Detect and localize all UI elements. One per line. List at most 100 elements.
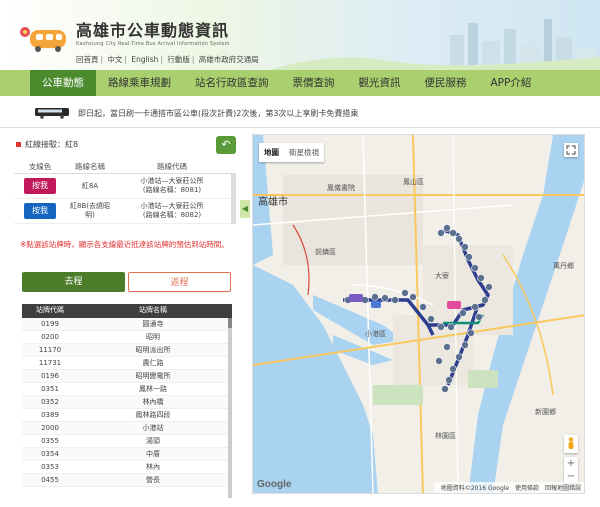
stop-row[interactable]: 11731 農仁路	[22, 357, 232, 370]
nav-app[interactable]: APP介紹	[479, 70, 544, 96]
city-skyline-illustration	[270, 19, 600, 70]
stop-name: 林內	[146, 463, 160, 471]
nav-bus-dynamics[interactable]: 公車動態	[30, 70, 96, 96]
stop-row[interactable]: 0355 湯頭	[22, 435, 232, 448]
branch-table-header: 支線色 路線名稱 路線代碼	[14, 160, 236, 174]
outbound-button[interactable]: 去程	[22, 272, 125, 292]
stop-rows: 0199 圓通寺 0200 昭明 11170 昭明派出所 11731 農仁路 0196 昭明變電所…	[22, 318, 232, 487]
route-color-dot	[16, 142, 21, 147]
stop-code: 0353	[41, 463, 59, 471]
stop-table-header: 站牌代碼 站牌名稱	[22, 304, 232, 318]
map-data-credit: 地圖資料©2016 Google	[440, 485, 510, 492]
stop-code: 11731	[38, 359, 62, 367]
branch-name: 紅8A	[81, 181, 99, 190]
stop-name: 中厝	[146, 450, 160, 458]
nav-stop-search[interactable]: 站名行政區查詢	[183, 70, 281, 96]
col-branch-color: 支線色	[28, 162, 52, 171]
google-logo: Google	[257, 479, 292, 490]
map-label-fengshan: 鳳山區	[403, 178, 424, 186]
stop-row[interactable]: 0354 中厝	[22, 448, 232, 461]
notice-text: 即日起，當日刷一卡通搭市區公車(段次計費)2次後，第3次以上享刷卡免費搭乘	[78, 109, 359, 118]
branch-scrollbar[interactable]	[231, 174, 236, 224]
stop-code: 0352	[41, 398, 59, 406]
stop-row[interactable]: 0353 林內	[22, 461, 232, 474]
back-button[interactable]: ↶	[216, 136, 236, 154]
site-title: 高雄市公車動態資訊	[76, 21, 230, 40]
stop-code: 0199	[41, 320, 59, 328]
map-type-map-button[interactable]: 地圖	[259, 143, 284, 162]
branch-table: 支線色 路線名稱 路線代碼 按我 紅8A 小港站—大寮莊公所 (路線名稱：8081…	[14, 160, 236, 224]
stop-row[interactable]: 2000 小港站	[22, 422, 232, 435]
report-error-link[interactable]: 回報地圖錯誤	[545, 485, 581, 492]
col-route-name: 路線名稱	[75, 162, 105, 171]
nav-route-planning[interactable]: 路線乘車規劃	[96, 70, 183, 96]
map-label-linyuan: 林園區	[435, 432, 456, 440]
site-header: 高雄市公車動態資訊 Kaohsiung City Real-Time Bus A…	[0, 0, 600, 70]
stop-name: 林內橋	[142, 398, 164, 406]
map-label-daliao: 大寮	[435, 272, 449, 280]
stop-name: 小港站	[142, 424, 164, 432]
route-title: 紅線接駁：紅8	[16, 139, 78, 150]
map-label-qianzhen: 前鎮區	[315, 248, 336, 256]
stop-name: 鳳林路四段	[135, 411, 171, 419]
stop-code: 0196	[41, 372, 59, 380]
link-home[interactable]: 回首頁	[76, 55, 99, 64]
bus-icon	[35, 108, 69, 119]
map-footer: 地圖資料©2016 Google 使用條款 回報地圖錯誤	[433, 482, 584, 493]
nav-tourism[interactable]: 觀光資訊	[347, 70, 413, 96]
stop-code: 2000	[41, 424, 59, 432]
stop-code: 0200	[41, 333, 59, 341]
stop-row[interactable]: 0352 林內橋	[22, 396, 232, 409]
terms-link[interactable]: 使用條款	[515, 485, 539, 492]
stop-row[interactable]: 0351 鳳林一路	[22, 383, 232, 396]
top-links: 回首頁 | 中文 | English | 行動版 | 高雄市政府交通局	[76, 55, 259, 64]
zoom-in-button[interactable]: +	[564, 457, 578, 470]
map-label-wandan: 萬丹鄉	[553, 262, 574, 270]
stop-name: 圓通寺	[142, 320, 164, 328]
stop-code: 0355	[41, 437, 59, 445]
link-english[interactable]: English	[131, 55, 158, 64]
site-subtitle: Kaohsiung City Real-Time Bus Arrival Inf…	[76, 41, 230, 47]
route-panel: 紅線接駁：紅8 ↶ 支線色 路線名稱 路線代碼 按我 紅8A 小港站—大寮莊公所…	[14, 136, 236, 498]
link-transport-bureau[interactable]: 高雄市政府交通局	[199, 55, 259, 64]
map-type-satellite-button[interactable]: 衛星檢視	[284, 143, 324, 162]
notice-warning: ※點選該站牌時，顯示各支線最近抵達該站牌的預估到站時間。	[20, 240, 229, 249]
map-label-kaohsiung: 高雄市	[258, 197, 288, 208]
stop-code: 0389	[41, 411, 59, 419]
map-label-xinyuan: 新園鄉	[535, 408, 556, 416]
map-label-fengyi: 鳳儀書院	[327, 184, 355, 192]
stop-scrollbar[interactable]	[228, 318, 232, 498]
collapse-panel-handle[interactable]: ◀	[240, 200, 250, 218]
stop-row[interactable]: 0455 營長	[22, 474, 232, 487]
stop-name: 鳳林一路	[139, 385, 167, 393]
stop-code: 0455	[41, 476, 59, 484]
stop-row[interactable]: 0389 鳳林路四段	[22, 409, 232, 422]
col-stop-code: 站牌代碼	[36, 306, 64, 314]
select-branch-8b-button[interactable]: 按我	[24, 203, 56, 219]
stop-row[interactable]: 11170 昭明派出所	[22, 344, 232, 357]
stop-code: 0351	[41, 385, 59, 393]
stop-row[interactable]: 0199 圓通寺	[22, 318, 232, 331]
bus-mascot-logo	[20, 27, 66, 52]
link-mobile[interactable]: 行動版	[167, 55, 190, 64]
fullscreen-icon[interactable]	[564, 143, 578, 157]
stop-scrollbar-thumb[interactable]	[228, 318, 232, 328]
stop-name: 農仁路	[142, 359, 164, 367]
nav-services[interactable]: 便民服務	[413, 70, 479, 96]
return-button[interactable]: 返程	[128, 272, 231, 292]
stop-row[interactable]: 0200 昭明	[22, 331, 232, 344]
nav-fare[interactable]: 票價查詢	[281, 70, 347, 96]
select-branch-8a-button[interactable]: 按我	[24, 178, 56, 194]
map-type-toggle: 地圖 衛星檢視	[259, 143, 324, 162]
stop-row[interactable]: 0196 昭明變電所	[22, 370, 232, 383]
stop-code: 0354	[41, 450, 59, 458]
street-view-pegman-icon[interactable]	[564, 435, 578, 453]
back-arrow-icon: ↶	[221, 138, 231, 151]
branch-name: 紅8B(去繞昭明)	[70, 202, 110, 219]
route-label: 紅線接駁：紅8	[25, 140, 79, 149]
map-label-xiaogang: 小港區	[365, 330, 386, 338]
branch-code: 小港站—大寮莊公所 (路線名稱：8081)	[140, 177, 204, 194]
link-chinese[interactable]: 中文	[107, 55, 122, 64]
stop-code: 11170	[38, 346, 62, 354]
route-map[interactable]: 高雄市 鳳山區 鳳儀書院 前鎮區 大寮 小港區 林園區 萬丹鄉 新園鄉 地圖 衛…	[252, 134, 585, 494]
